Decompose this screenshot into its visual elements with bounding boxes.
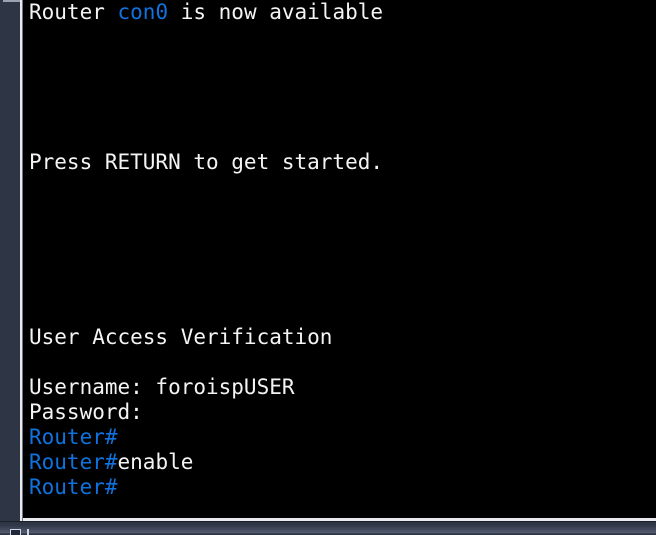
- console-line: Router#: [29, 425, 656, 450]
- console-text-run: Password:: [29, 400, 143, 424]
- terminal-window: Router con0 is now available Press RETUR…: [0, 0, 656, 535]
- console-prompt-text: Router#: [29, 450, 118, 474]
- console-line: Press RETURN to get started.: [29, 150, 656, 175]
- console-line: Username: foroispUSER: [29, 375, 656, 400]
- console-prompt-text: Router#: [29, 425, 118, 449]
- left-gutter-rail: [0, 0, 20, 521]
- console-line: Router con0 is now available: [29, 0, 656, 25]
- console-text-run: is now available: [168, 0, 384, 24]
- console-text-run: Username: foroispUSER: [29, 375, 295, 399]
- console-text-run: Router: [29, 0, 118, 24]
- console-text-run: Press RETURN to get started.: [29, 150, 384, 174]
- clipped-widget-icon[interactable]: [10, 529, 21, 535]
- console-prompt-text: con0: [117, 0, 169, 24]
- rail-top-highlight: [3, 0, 20, 2]
- console-output: Router con0 is now available Press RETUR…: [29, 0, 656, 500]
- console-text-run: User Access Verification: [29, 325, 333, 349]
- console-line: User Access Verification: [29, 325, 656, 350]
- console-text-run: enable: [117, 450, 194, 474]
- console-line: Router#enable: [29, 450, 656, 475]
- status-strip-top-border: [0, 521, 656, 522]
- clipped-caret-icon: [27, 529, 29, 535]
- console-prompt-text: Router#: [29, 475, 118, 499]
- console-line: Password:: [29, 400, 656, 425]
- terminal-console[interactable]: Router con0 is now available Press RETUR…: [23, 0, 656, 518]
- bottom-status-strip: [0, 521, 656, 535]
- console-line: Router#: [29, 475, 656, 500]
